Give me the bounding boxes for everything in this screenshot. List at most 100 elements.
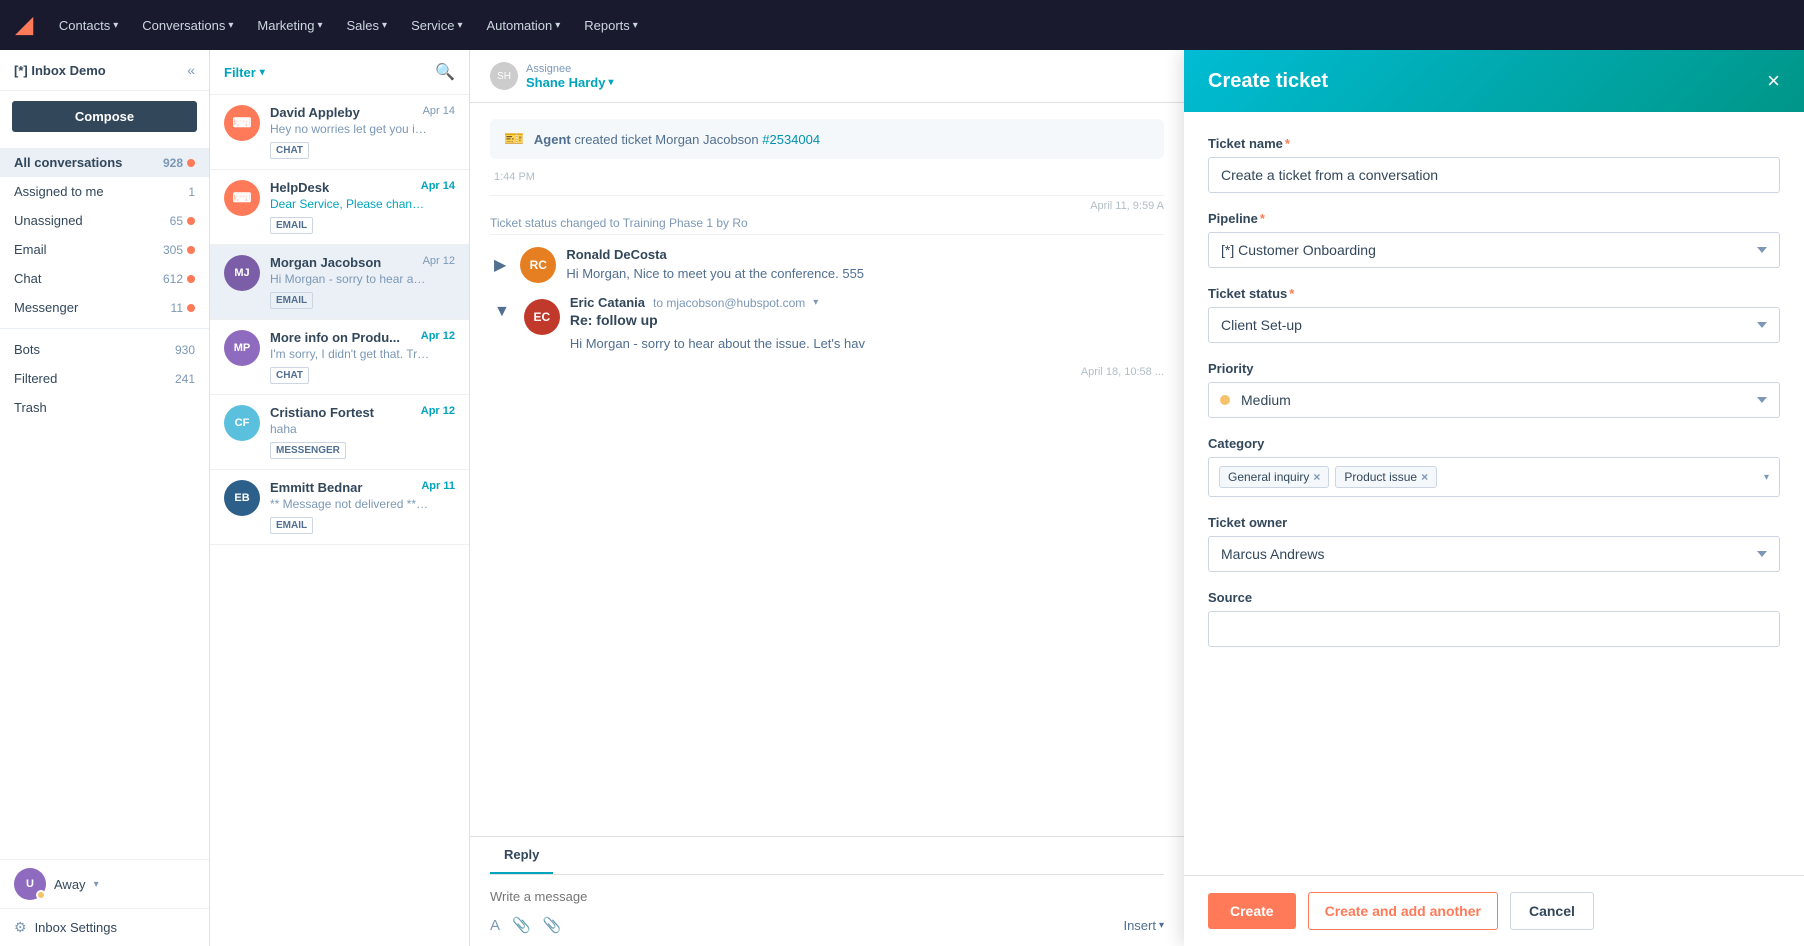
main-container: [*] Inbox Demo « Compose All conversatio… (0, 50, 1804, 946)
user-status[interactable]: Away (54, 877, 86, 892)
dot-email (187, 246, 195, 254)
conv-item[interactable]: ⌨ David Appleby Apr 14 Hey no worries le… (210, 95, 469, 170)
conv-name: Morgan Jacobson (270, 255, 381, 270)
sidebar-item-all-conversations[interactable]: All conversations 928 (0, 148, 209, 177)
reply-tabs: Reply (490, 837, 1164, 875)
msg-avatar: EC (524, 299, 560, 335)
msg-sender: Ronald DeCosta (566, 247, 666, 262)
msg-avatar: RC (520, 247, 556, 283)
create-and-add-another-button[interactable]: Create and add another (1308, 892, 1498, 930)
system-message: 🎫 Agent created ticket Morgan Jacobson #… (490, 119, 1164, 159)
sidebar-item-trash[interactable]: Trash (0, 393, 209, 422)
reply-input[interactable] (490, 885, 1164, 908)
category-chevron-icon: ▾ (1764, 472, 1769, 483)
nav-item-marketing[interactable]: Marketing▾ (247, 12, 332, 39)
inbox-settings-row[interactable]: ⚙ Inbox Settings (0, 908, 209, 946)
sidebar-item-unassigned[interactable]: Unassigned 65 (0, 206, 209, 235)
reply-toolbar: A 📎 📎 Insert ▾ (490, 916, 1164, 934)
msg-preview: Hi Morgan, Nice to meet you at the confe… (566, 266, 1164, 281)
emoji-icon[interactable]: 📎 (543, 916, 562, 934)
ticket-icon: 🎫 (504, 129, 524, 149)
sidebar-collapse-icon[interactable]: « (187, 62, 195, 78)
sidebar-item-email[interactable]: Email 305 (0, 235, 209, 264)
conv-name: David Appleby (270, 105, 360, 120)
conv-item[interactable]: EB Emmitt Bednar Apr 11 ** Message not d… (210, 470, 469, 545)
cancel-button[interactable]: Cancel (1510, 892, 1594, 930)
avatar: U (14, 868, 46, 900)
conv-main: SH Assignee Shane Hardy ▾ 🎫 Agent create… (470, 50, 1184, 946)
conv-preview: haha (270, 422, 430, 436)
conv-item-selected[interactable]: MJ Morgan Jacobson Apr 12 Hi Morgan - so… (210, 245, 469, 320)
category-label: Category (1208, 436, 1780, 451)
msg-to-chevron-icon[interactable]: ▾ (813, 297, 818, 308)
conv-item[interactable]: CF Cristiano Fortest Apr 12 haha MESSENG… (210, 395, 469, 470)
conv-tag: EMAIL (270, 292, 313, 309)
source-input[interactable] (1208, 611, 1780, 647)
filter-button[interactable]: Filter ▾ (224, 65, 265, 80)
category-tag-close-product[interactable]: × (1421, 470, 1428, 484)
away-dot (36, 890, 46, 900)
conv-item[interactable]: ⌨ HelpDesk Apr 14 Dear Service, Please c… (210, 170, 469, 245)
sidebar-item-bots[interactable]: Bots 930 (0, 335, 209, 364)
conv-main-header: SH Assignee Shane Hardy ▾ (470, 50, 1184, 103)
ticket-name-label: Ticket name* (1208, 136, 1780, 151)
category-tag-general: General inquiry × (1219, 466, 1329, 488)
nav-item-sales[interactable]: Sales▾ (337, 12, 398, 39)
ticket-owner-label: Ticket owner (1208, 515, 1780, 530)
panel-footer: Create Create and add another Cancel (1184, 875, 1804, 946)
nav-item-automation[interactable]: Automation▾ (476, 12, 570, 39)
pipeline-group: Pipeline* [*] Customer Onboarding (1208, 211, 1780, 268)
conv-tag: EMAIL (270, 517, 313, 534)
search-icon[interactable]: 🔍 (435, 62, 455, 82)
reply-area: Reply A 📎 📎 Insert ▾ (470, 836, 1184, 946)
ticket-status-label: Ticket status* (1208, 286, 1780, 301)
left-sidebar: [*] Inbox Demo « Compose All conversatio… (0, 50, 210, 946)
filter-chevron-icon: ▾ (260, 67, 265, 78)
pipeline-select[interactable]: [*] Customer Onboarding (1208, 232, 1780, 268)
conversation-list: Filter ▾ 🔍 ⌨ David Appleby Apr 14 Hey no… (210, 50, 470, 946)
ticket-status-select[interactable]: Client Set-up (1208, 307, 1780, 343)
status-change: April 11, 9:59 A Ticket status changed t… (490, 195, 1164, 235)
conv-date: Apr 12 (421, 405, 455, 417)
priority-select[interactable]: Medium (1208, 382, 1780, 418)
conv-item[interactable]: MP More info on Produ... Apr 12 I'm sorr… (210, 320, 469, 395)
nav-item-service[interactable]: Service▾ (401, 12, 472, 39)
msg-time: 1:44 PM (490, 171, 1164, 183)
expand-message-button[interactable]: ▶ (490, 255, 510, 275)
category-field[interactable]: General inquiry × Product issue × ▾ (1208, 457, 1780, 497)
close-panel-button[interactable]: × (1767, 68, 1780, 94)
assignee-label: Assignee (526, 63, 614, 75)
conv-messages: 🎫 Agent created ticket Morgan Jacobson #… (470, 103, 1184, 836)
create-button[interactable]: Create (1208, 893, 1296, 929)
sidebar-item-chat[interactable]: Chat 612 (0, 264, 209, 293)
conv-tag: CHAT (270, 367, 309, 384)
dot-messenger (187, 304, 195, 312)
sidebar-item-assigned-to-me[interactable]: Assigned to me 1 (0, 177, 209, 206)
compose-button[interactable]: Compose (12, 101, 197, 132)
category-tag-close-general[interactable]: × (1313, 470, 1320, 484)
ticket-name-group: Ticket name* (1208, 136, 1780, 193)
sidebar-item-messenger[interactable]: Messenger 11 (0, 293, 209, 322)
category-group: Category General inquiry × Product issue… (1208, 436, 1780, 497)
collapse-message-button[interactable]: ▼ (490, 303, 514, 321)
source-label: Source (1208, 590, 1780, 605)
nav-item-conversations[interactable]: Conversations▾ (132, 12, 243, 39)
assignee-name[interactable]: Shane Hardy ▾ (526, 75, 614, 90)
insert-chevron-icon: ▾ (1159, 920, 1164, 931)
insert-button[interactable]: Insert ▾ (1123, 918, 1164, 933)
sidebar-item-filtered[interactable]: Filtered 241 (0, 364, 209, 393)
inbox-title[interactable]: [*] Inbox Demo (14, 63, 106, 78)
ticket-owner-select[interactable]: Marcus Andrews (1208, 536, 1780, 572)
conv-date: Apr 11 (421, 480, 455, 492)
text-format-icon[interactable]: A (490, 917, 500, 934)
attachment-icon[interactable]: 📎 (512, 916, 531, 934)
nav-item-contacts[interactable]: Contacts▾ (49, 12, 128, 39)
conv-preview: I'm sorry, I didn't get that. Try aga... (270, 347, 430, 361)
conv-name: Emmitt Bednar (270, 480, 362, 495)
tab-reply[interactable]: Reply (490, 837, 553, 874)
nav-item-reports[interactable]: Reports▾ (574, 12, 648, 39)
ticket-name-input[interactable] (1208, 157, 1780, 193)
conv-list-header: Filter ▾ 🔍 (210, 50, 469, 95)
dot-unassigned (187, 217, 195, 225)
msg-body: Hi Morgan - sorry to hear about the issu… (570, 334, 1164, 354)
